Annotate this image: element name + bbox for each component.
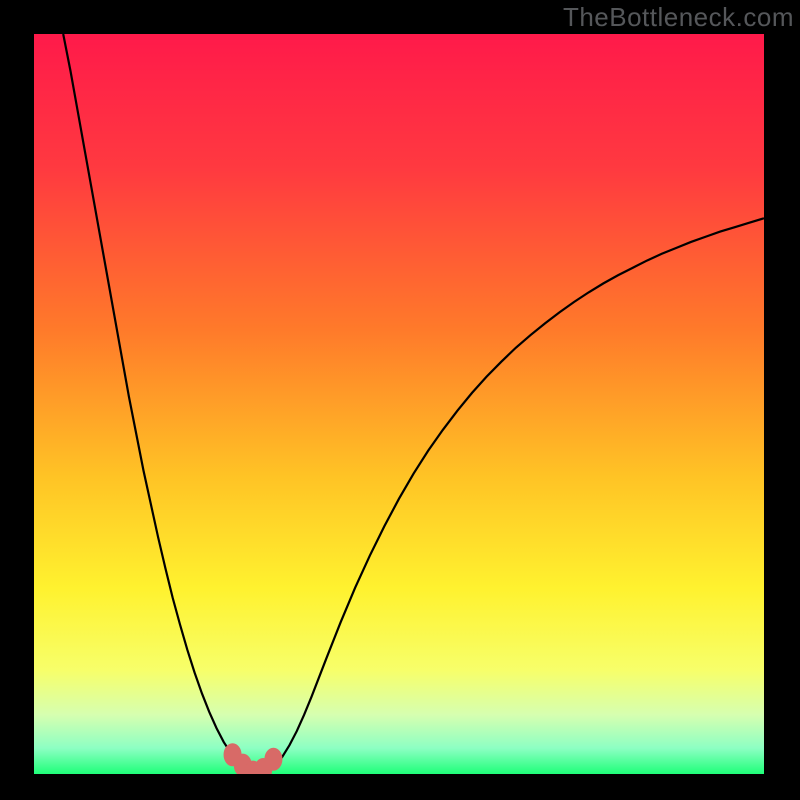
chart-frame: TheBottleneck.com bbox=[0, 0, 800, 800]
watermark-text: TheBottleneck.com bbox=[563, 2, 794, 33]
plot-area bbox=[34, 34, 764, 774]
chart-svg bbox=[34, 34, 764, 774]
gradient-background bbox=[34, 34, 764, 774]
curve-marker bbox=[265, 748, 282, 770]
